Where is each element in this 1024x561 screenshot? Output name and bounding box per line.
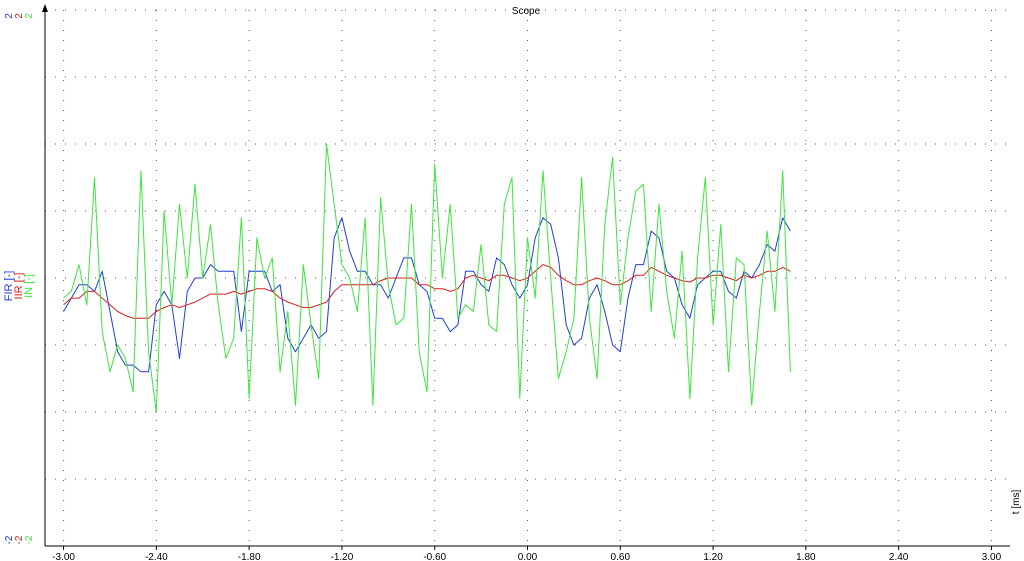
x-tick-label: -1.80 — [238, 552, 261, 561]
x-tick-label: 1.20 — [703, 552, 723, 561]
x-tick-label: -3.00 — [52, 552, 75, 561]
x-tick-label: -0.60 — [423, 552, 446, 561]
y-min-label: -2 — [24, 535, 35, 544]
x-axis-title: t [ms] — [1011, 490, 1022, 515]
x-tick-label: 0.60 — [611, 552, 631, 561]
chart-title: Scope — [512, 6, 541, 17]
x-tick-label: 3.00 — [982, 552, 1002, 561]
x-tick-label: -1.20 — [331, 552, 354, 561]
chart-background — [0, 0, 1024, 561]
y-max-label: 2 — [24, 13, 35, 19]
scope-chart: Scope -3.00 -2.40 -1.80 -1.20 -0.60 0.00 0.60 1… — [0, 0, 1024, 561]
x-tick-label: -2.40 — [145, 552, 168, 561]
x-tick-label: 1.80 — [796, 552, 816, 561]
x-tick-label: 2.40 — [889, 552, 909, 561]
y-axis-title: IN [-] — [23, 274, 35, 298]
x-tick-label: 0.00 — [518, 552, 538, 561]
